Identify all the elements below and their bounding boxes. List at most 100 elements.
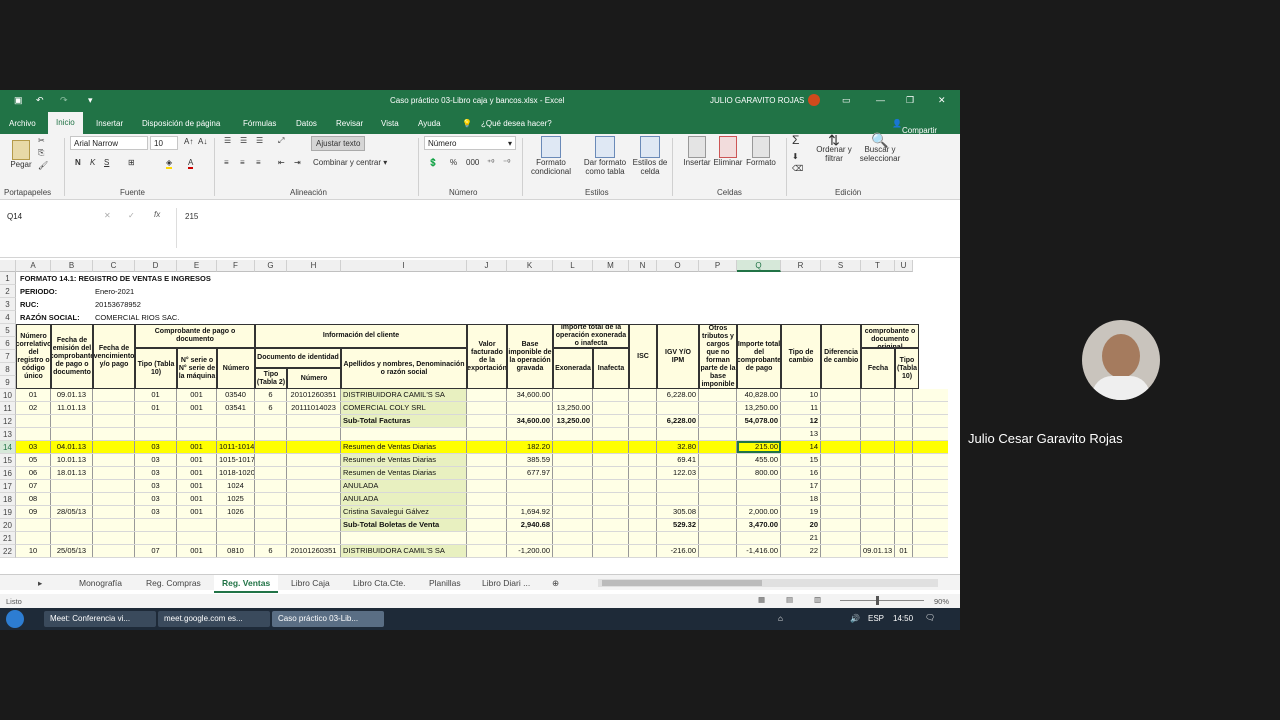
find-select-button[interactable]: 🔍 Buscar y seleccionar	[856, 133, 904, 163]
autosum-icon[interactable]: Σ	[792, 134, 799, 146]
spreadsheet-grid[interactable]: A B C D E F G H I J K L M N O P Q R S T U 1 2 3 4 5 6 7 8 9 10 11 12 13 14…	[0, 260, 948, 574]
table-cell[interactable]: 001	[177, 506, 217, 518]
table-cell[interactable]	[699, 389, 737, 401]
table-cell[interactable]: DISTRIBUIDORA CAMIL'S SA	[341, 389, 467, 401]
normal-view-icon[interactable]: ▦	[758, 595, 765, 604]
table-cell[interactable]: 11	[781, 402, 821, 414]
table-cell[interactable]: 001	[177, 480, 217, 492]
table-cell[interactable]: 15	[781, 454, 821, 466]
table-cell[interactable]: 10	[16, 545, 51, 557]
table-cell[interactable]: 2,940.68	[507, 519, 553, 531]
table-cell[interactable]	[507, 428, 553, 440]
table-cell[interactable]	[177, 415, 217, 427]
column-header[interactable]: Q	[737, 260, 781, 272]
column-header[interactable]: F	[217, 260, 255, 272]
table-cell[interactable]	[467, 402, 507, 414]
table-cell[interactable]	[287, 467, 341, 479]
table-cell[interactable]	[737, 428, 781, 440]
table-cell[interactable]	[93, 545, 135, 557]
table-cell[interactable]	[629, 519, 657, 531]
table-cell[interactable]: 69.41	[657, 454, 699, 466]
table-cell[interactable]: 001	[177, 493, 217, 505]
table-cell[interactable]	[93, 428, 135, 440]
table-cell[interactable]	[135, 532, 177, 544]
column-header[interactable]: M	[593, 260, 629, 272]
name-box[interactable]: Q14	[4, 210, 72, 224]
table-cell[interactable]	[51, 493, 93, 505]
table-cell[interactable]	[821, 441, 861, 453]
table-cell[interactable]	[553, 532, 593, 544]
table-cell[interactable]	[821, 493, 861, 505]
table-cell[interactable]	[861, 493, 895, 505]
column-header[interactable]: J	[467, 260, 507, 272]
row-header[interactable]: 12	[0, 415, 16, 428]
row-header[interactable]: 6	[0, 337, 16, 350]
clear-icon[interactable]: ⌫	[792, 164, 803, 173]
table-cell[interactable]	[699, 441, 737, 453]
table-cell[interactable]: 10.01.13	[51, 454, 93, 466]
table-cell[interactable]	[135, 428, 177, 440]
table-cell[interactable]: 800.00	[737, 467, 781, 479]
tab-formulas[interactable]: Fórmulas	[243, 119, 276, 128]
table-cell[interactable]: 19	[781, 506, 821, 518]
table-cell[interactable]: 001	[177, 389, 217, 401]
row-header[interactable]: 16	[0, 467, 16, 480]
table-cell[interactable]: 03	[135, 441, 177, 453]
page-break-icon[interactable]: ▥	[814, 595, 821, 604]
table-cell[interactable]: 07	[16, 480, 51, 492]
sort-filter-button[interactable]: ⇅ Ordenar y filtrar	[814, 133, 854, 163]
taskbar-item[interactable]: Meet: Conferencia vi...	[44, 611, 156, 627]
table-cell[interactable]	[287, 441, 341, 453]
table-cell[interactable]	[895, 519, 913, 531]
avatar[interactable]	[808, 94, 820, 106]
tab-vista[interactable]: Vista	[381, 119, 399, 128]
table-cell[interactable]: 6	[255, 545, 287, 557]
table-cell[interactable]	[861, 454, 895, 466]
table-cell[interactable]	[861, 480, 895, 492]
paste-button[interactable]: Pegar	[8, 140, 34, 169]
table-cell[interactable]	[467, 519, 507, 531]
column-header[interactable]: T	[861, 260, 895, 272]
table-cell[interactable]: 529.32	[657, 519, 699, 531]
close-icon[interactable]: ✕	[938, 95, 946, 106]
table-cell[interactable]	[629, 441, 657, 453]
table-row[interactable]: 07 03 001 1024 ANULADA 17	[16, 480, 948, 493]
table-cell[interactable]	[93, 441, 135, 453]
table-row[interactable]: 08 03 001 1025 ANULADA 18	[16, 493, 948, 506]
table-cell[interactable]	[255, 441, 287, 453]
table-cell[interactable]: 08	[16, 493, 51, 505]
sheet-tab[interactable]: Planillas	[429, 578, 461, 588]
table-cell[interactable]	[895, 480, 913, 492]
table-cell[interactable]: 09	[16, 506, 51, 518]
table-cell[interactable]	[507, 493, 553, 505]
table-cell[interactable]	[657, 428, 699, 440]
table-cell[interactable]: 09.01.13	[51, 389, 93, 401]
align-top-icon[interactable]: ☰	[224, 136, 231, 145]
formula-input[interactable]: 215	[176, 208, 956, 248]
font-size-select[interactable]: 10	[150, 136, 178, 150]
table-cell[interactable]: 1015-1017	[217, 454, 255, 466]
table-cell[interactable]: 32.80	[657, 441, 699, 453]
table-cell[interactable]: 001	[177, 467, 217, 479]
clock[interactable]: 14:50	[893, 614, 913, 623]
table-cell[interactable]	[553, 467, 593, 479]
table-cell[interactable]	[93, 532, 135, 544]
table-cell[interactable]	[287, 532, 341, 544]
table-cell[interactable]	[287, 480, 341, 492]
table-row[interactable]: Sub-Total Boletas de Venta 2,940.68 529.32…	[16, 519, 948, 532]
table-cell[interactable]: 21	[781, 532, 821, 544]
merge-center-button[interactable]: Combinar y centrar ▾	[313, 158, 387, 167]
table-cell[interactable]	[467, 545, 507, 557]
table-cell[interactable]	[699, 545, 737, 557]
tell-me-search[interactable]: ¿Qué desea hacer?	[481, 119, 552, 128]
table-cell[interactable]	[699, 493, 737, 505]
font-name-select[interactable]: Arial Narrow	[70, 136, 148, 150]
table-cell[interactable]	[51, 519, 93, 531]
table-cell[interactable]: 6,228.00	[657, 415, 699, 427]
column-header[interactable]: I	[341, 260, 467, 272]
customize-qat-icon[interactable]: ▾	[88, 95, 93, 106]
table-cell[interactable]: 001	[177, 441, 217, 453]
table-cell[interactable]: 385.59	[507, 454, 553, 466]
table-cell[interactable]	[699, 415, 737, 427]
table-cell[interactable]: Resumen de Ventas Diarias	[341, 441, 467, 453]
